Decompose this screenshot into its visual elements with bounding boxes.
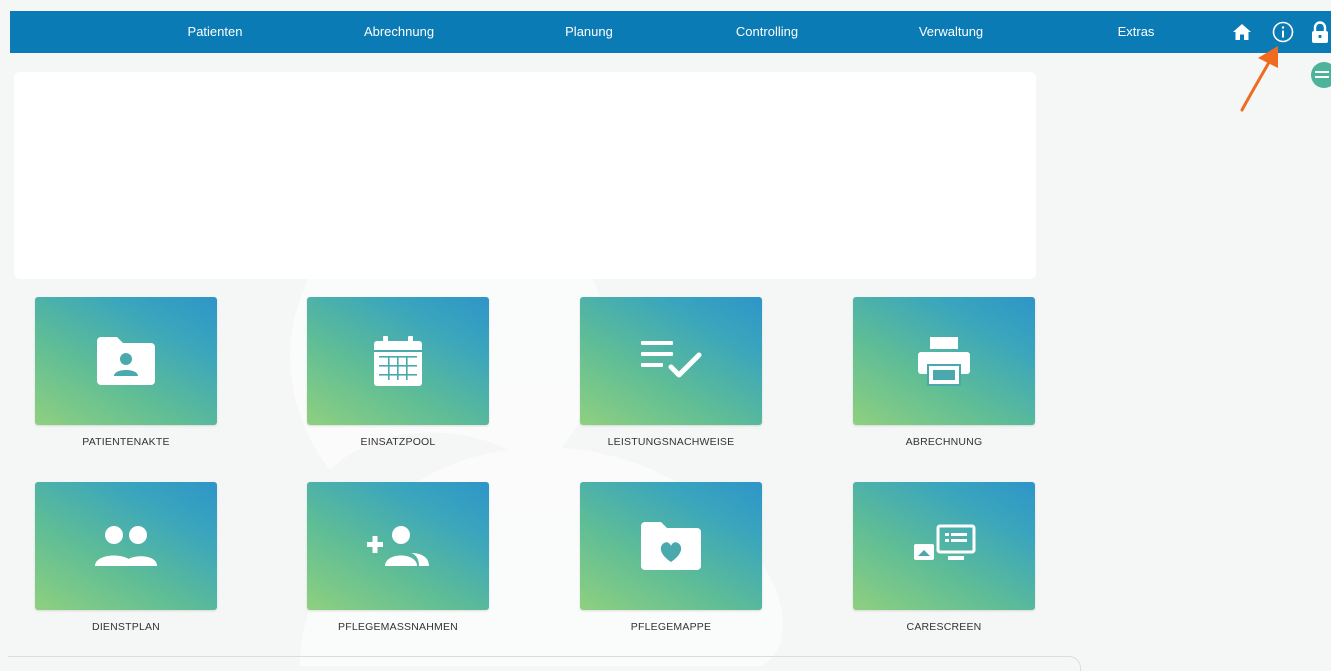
tile-dienstplan[interactable] [35,482,217,610]
nav-item-abrechnung[interactable]: Abrechnung [364,11,434,53]
side-menu-toggle-button[interactable] [1311,62,1331,88]
tile-patientenakte[interactable] [35,297,217,425]
tile-label: DIENSTPLAN [92,621,160,633]
tile-label: EINSATZPOOL [360,436,436,448]
tile-abrechnung[interactable] [853,297,1035,425]
tile-pflegemappe[interactable] [580,482,762,610]
tile-label: PFLEGEMAPPE [630,621,712,633]
calendar-icon [374,336,422,386]
patient-folder-icon [97,337,155,385]
nav-item-patienten[interactable]: Patienten [188,11,243,53]
tile-label: PFLEGEMASSNAHMEN [338,621,458,633]
lock-icon[interactable] [1310,11,1330,53]
checklist-icon [641,341,702,378]
tile-carescreen[interactable] [853,482,1035,610]
tile-label: ABRECHNUNG [905,436,983,448]
add-person-icon [367,526,429,566]
nav-item-controlling[interactable]: Controlling [736,11,798,53]
tile-label: CARESCREEN [906,621,982,633]
nav-item-verwaltung[interactable]: Verwaltung [919,11,983,53]
tile-pflegemassnahmen[interactable] [307,482,489,610]
tile-leistungsnachweise[interactable] [580,297,762,425]
nav-item-planung[interactable]: Planung [565,11,613,53]
bottom-panel-edge [8,656,1081,671]
tile-label: LEISTUNGSNACHWEISE [607,436,735,448]
top-navigation-bar: Patienten Abrechnung Planung Controlling… [10,11,1331,53]
people-icon [95,526,157,566]
nav-item-extras[interactable]: Extras [1118,11,1155,53]
tile-label: PATIENTENAKTE [82,436,170,448]
banner-area [14,72,1036,279]
monitor-icon [914,524,976,560]
tile-einsatzpool[interactable] [307,297,489,425]
heart-folder-icon [641,522,701,570]
printer-icon [918,337,970,386]
annotation-arrow [1240,46,1278,112]
